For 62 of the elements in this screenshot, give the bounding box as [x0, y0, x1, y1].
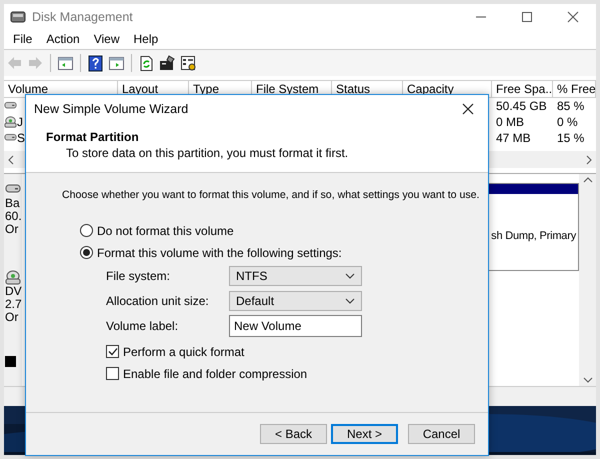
menu-item[interactable]: File	[6, 32, 40, 47]
column-header[interactable]: Free Spa...	[492, 81, 553, 97]
radio-button[interactable]	[80, 224, 93, 238]
disk-label: Or	[5, 311, 20, 324]
table-cell: J	[17, 114, 23, 130]
checkbox-label[interactable]: Enable file and folder compression	[123, 366, 308, 381]
menu-item[interactable]: View	[86, 32, 126, 47]
window-title: Disk Management	[32, 10, 133, 24]
table-cell-text: 0 MB	[495, 114, 526, 130]
dropdown[interactable]: Default	[229, 291, 362, 312]
table-cell: S	[17, 130, 26, 146]
panel-icon[interactable]	[108, 54, 125, 72]
properties-icon[interactable]	[159, 54, 176, 72]
radio-label[interactable]: Format this volume with the following settings:	[97, 246, 342, 260]
checklist-icon[interactable]	[180, 54, 197, 72]
refresh-icon[interactable]	[138, 54, 155, 72]
help-icon[interactable]	[87, 54, 104, 72]
disk-label: 2.7	[5, 298, 22, 311]
table-cell-text: 0 %	[556, 114, 579, 130]
partition-block[interactable]: sh Dump, Primary	[489, 183, 579, 271]
table-cell-text: 15 %	[556, 130, 586, 146]
partition-text: sh Dump, Primary	[491, 230, 576, 242]
dropdown[interactable]: NTFS	[229, 266, 362, 286]
disk-label: Ba	[5, 197, 21, 210]
field-label: File system:	[106, 269, 172, 284]
checkbox-label[interactable]: Perform a quick format	[123, 344, 244, 359]
text-field[interactable]: New Volume	[229, 315, 362, 338]
caret-icon	[345, 298, 355, 304]
scroll-left-icon[interactable]	[7, 154, 15, 164]
wizard-button[interactable]: < Back	[260, 424, 327, 444]
disk-label: 60.	[5, 210, 22, 223]
wizard-button[interactable]: Cancel	[408, 424, 475, 444]
check-icon	[108, 347, 118, 356]
menu-item[interactable]: Action	[39, 32, 87, 47]
instruction-text: Choose whether you want to format this volume, and if so, what settings you want to use.	[62, 189, 480, 202]
disk-drive-icon	[10, 10, 26, 24]
scroll-down-icon[interactable]	[582, 376, 592, 384]
field-label: Volume label:	[106, 319, 180, 334]
caret-icon	[345, 273, 355, 280]
checkbox[interactable]	[106, 367, 119, 380]
table-cell-text: 50.45 GB	[495, 98, 548, 114]
legend-swatch-icon	[5, 356, 16, 368]
disk-label: Or	[5, 223, 20, 236]
scroll-right-icon[interactable]	[585, 154, 593, 164]
table-cell-text: 85 %	[556, 98, 586, 114]
column-header[interactable]: % Free	[553, 81, 596, 97]
disk-label: DV	[5, 285, 22, 298]
optical-drive-icon	[4, 116, 17, 128]
close-icon	[462, 103, 474, 115]
radio-label[interactable]: Do not format this volume	[97, 224, 234, 238]
wizard-button[interactable]: Next >	[331, 424, 398, 444]
dialog-title: New Simple Volume Wizard	[34, 102, 188, 116]
panel-icon[interactable]	[57, 54, 74, 72]
optical-drive-icon	[5, 270, 21, 285]
checkbox[interactable]	[106, 345, 119, 358]
page-heading: Format Partition	[46, 130, 140, 144]
radio-button[interactable]	[80, 246, 93, 260]
table-cell-text: 47 MB	[495, 130, 532, 146]
menu-item[interactable]: Help	[126, 32, 166, 47]
page-subtitle: To store data on this partition, you must format it first.	[65, 146, 350, 161]
scroll-up-icon[interactable]	[582, 176, 592, 184]
field-label: Allocation unit size:	[106, 294, 210, 308]
